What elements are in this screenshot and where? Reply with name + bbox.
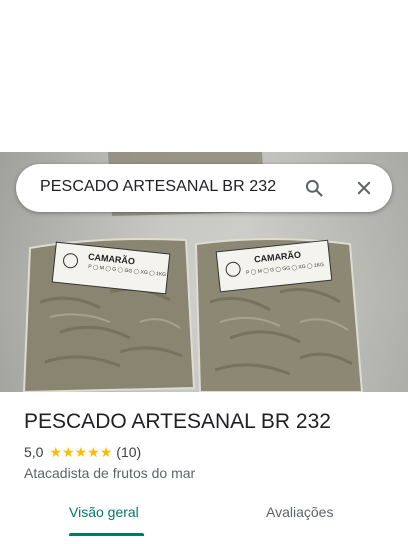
search-bar[interactable]: PESCADO ARTESANAL BR 232	[16, 164, 392, 212]
rating-row[interactable]: 5,0 ★ ★ ★ ★ ★ (10)	[24, 444, 141, 460]
place-category: Atacadista de frutos do mar	[24, 465, 196, 481]
star-icon: ★	[49, 444, 63, 460]
star-icon: ★	[62, 444, 75, 460]
search-input[interactable]: PESCADO ARTESANAL BR 232	[40, 178, 276, 196]
search-icon[interactable]	[300, 174, 328, 202]
place-info-panel: PESCADO ARTESANAL BR 232 5,0 ★ ★ ★ ★ ★ (…	[0, 392, 408, 544]
active-tab-indicator	[69, 533, 144, 536]
star-icon: ★	[87, 444, 100, 460]
review-count[interactable]: (10)	[116, 444, 141, 460]
close-icon[interactable]	[350, 174, 378, 202]
rating-stars: ★ ★ ★ ★ ★	[49, 445, 112, 459]
bag-label-left-weight: 1KG	[155, 271, 167, 279]
star-icon: ★	[99, 444, 113, 460]
rating-value: 5,0	[24, 444, 44, 460]
star-icon: ★	[74, 444, 88, 460]
bag-label-right-weight: 1KG	[313, 261, 325, 269]
tab-reviews[interactable]: Avaliações	[266, 504, 333, 520]
map-blank-area	[0, 0, 408, 152]
tab-overview[interactable]: Visão geral	[69, 504, 139, 520]
place-title: PESCADO ARTESANAL BR 232	[24, 410, 331, 433]
